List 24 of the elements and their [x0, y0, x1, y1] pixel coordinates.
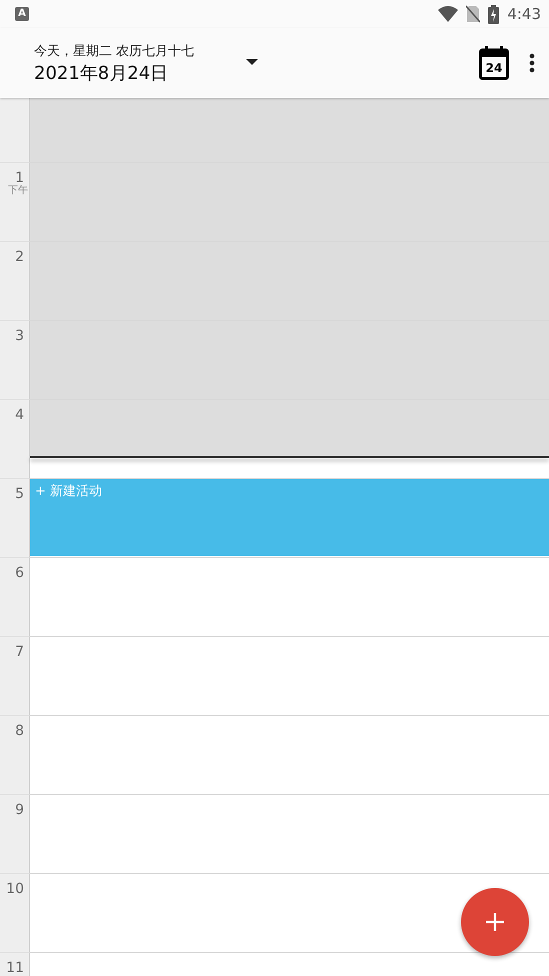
hour-label: 6 [15, 566, 24, 580]
date-title: 2021年8月24日 [34, 62, 170, 84]
hour-label: 2 [15, 250, 24, 264]
today-calendar-button[interactable]: 24 [479, 46, 509, 80]
hour-label: 9 [15, 803, 24, 817]
status-time: 4:43 [507, 5, 541, 23]
hour-label: 8 [15, 724, 24, 738]
dropdown-caret-icon[interactable] [246, 59, 258, 65]
meridiem-label: 下午 [8, 185, 28, 196]
hour-label: 3 [15, 329, 24, 343]
no-sim-icon [466, 5, 480, 23]
battery-charging-icon [488, 4, 500, 24]
hour-label: 7 [15, 645, 24, 659]
lunar-date-subtitle: 今天，星期二 农历七月十七 [34, 42, 194, 60]
notification-icon: A [15, 7, 29, 21]
hour-label: 11 [6, 961, 24, 975]
hour-slot[interactable] [30, 400, 549, 479]
plus-icon [485, 912, 505, 932]
wifi-icon [438, 6, 458, 22]
more-menu-icon[interactable] [529, 53, 535, 73]
hour-label: 1 [15, 171, 24, 185]
hour-label: 10 [6, 882, 24, 896]
hour-label: 4 [15, 408, 24, 422]
hour-label: 5 [15, 487, 24, 501]
